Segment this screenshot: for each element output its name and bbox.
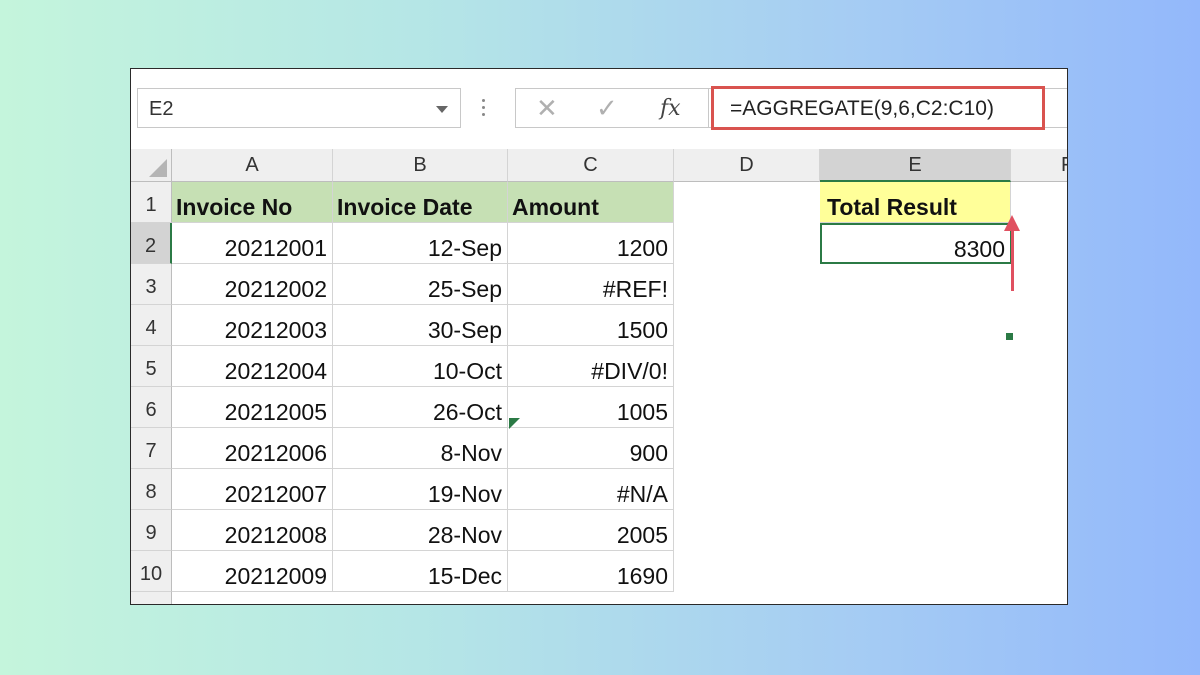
name-box-value: E2 <box>149 98 174 120</box>
cell-b9[interactable]: 28-Nov <box>333 510 508 551</box>
total-result-value-cell[interactable]: 8300 <box>820 223 1012 264</box>
row-header-2[interactable]: 2 <box>131 223 172 264</box>
cell-b5[interactable]: 10-Oct <box>333 346 508 387</box>
chevron-down-icon[interactable] <box>436 106 448 113</box>
select-all-icon <box>149 159 167 177</box>
column-header-f[interactable]: F <box>1011 149 1067 182</box>
column-header-c[interactable]: C <box>508 149 674 182</box>
cell-a6[interactable]: 20212005 <box>172 387 333 428</box>
annotation-arrow-icon <box>1004 215 1020 231</box>
more-options-icon[interactable] <box>482 99 486 120</box>
cell-a5[interactable]: 20212004 <box>172 346 333 387</box>
row-header-6[interactable]: 6 <box>131 387 172 428</box>
insert-function-icon[interactable]: fx <box>660 95 681 123</box>
row-header-10[interactable]: 10 <box>131 551 172 592</box>
formula-buttons: ✕ ✓ fx <box>515 88 709 128</box>
cell-b4[interactable]: 30-Sep <box>333 305 508 346</box>
formula-toolbar: E2 ✕ ✓ fx =AGGREGATE(9,6,C2:C10) <box>131 69 1067 149</box>
name-box[interactable]: E2 <box>137 88 461 128</box>
fill-handle[interactable] <box>1005 332 1014 341</box>
column-header-b[interactable]: B <box>333 149 508 182</box>
header-cell-invoice-date[interactable]: Invoice Date <box>333 182 508 223</box>
cell-a10[interactable]: 20212009 <box>172 551 333 592</box>
row-header-3[interactable]: 3 <box>131 264 172 305</box>
cell-c2[interactable]: 1200 <box>508 223 674 264</box>
column-header-d[interactable]: D <box>674 149 820 182</box>
cell-a4[interactable]: 20212003 <box>172 305 333 346</box>
cell-b6[interactable]: 26-Oct <box>333 387 508 428</box>
cell-b10[interactable]: 15-Dec <box>333 551 508 592</box>
row-header-8[interactable]: 8 <box>131 469 172 510</box>
select-all-button[interactable] <box>131 149 172 182</box>
cell-c4[interactable]: 1500 <box>508 305 674 346</box>
cell-b3[interactable]: 25-Sep <box>333 264 508 305</box>
error-indicator-icon[interactable] <box>509 418 520 429</box>
cell-a2[interactable]: 20212001 <box>172 223 333 264</box>
cell-c10[interactable]: 1690 <box>508 551 674 592</box>
row-header-1[interactable]: 1 <box>131 182 172 223</box>
cell-a7[interactable]: 20212006 <box>172 428 333 469</box>
column-header-e[interactable]: E <box>820 149 1011 182</box>
row-header-5[interactable]: 5 <box>131 346 172 387</box>
header-cell-invoice-no[interactable]: Invoice No <box>172 182 333 223</box>
cell-c8[interactable]: #N/A <box>508 469 674 510</box>
cell-a9[interactable]: 20212008 <box>172 510 333 551</box>
formula-text: =AGGREGATE(9,6,C2:C10) <box>730 97 994 120</box>
cell-c6[interactable]: 1005 <box>508 387 674 428</box>
formula-input-highlight[interactable]: =AGGREGATE(9,6,C2:C10) <box>711 86 1045 130</box>
spreadsheet-grid: A B C D E F 1 2 3 4 5 6 7 8 9 10 Invoice… <box>131 149 1067 604</box>
cell-c3[interactable]: #REF! <box>508 264 674 305</box>
cell-c7[interactable]: 900 <box>508 428 674 469</box>
cell-a3[interactable]: 20212002 <box>172 264 333 305</box>
row-header-tail <box>131 592 172 604</box>
header-cell-amount[interactable]: Amount <box>508 182 674 223</box>
total-result-label-cell[interactable]: Total Result <box>820 182 1011 223</box>
cell-b7[interactable]: 8-Nov <box>333 428 508 469</box>
enter-icon[interactable]: ✓ <box>596 93 618 123</box>
row-header-7[interactable]: 7 <box>131 428 172 469</box>
column-header-a[interactable]: A <box>172 149 333 182</box>
annotation-arrow-line <box>1011 227 1014 291</box>
cell-b2[interactable]: 12-Sep <box>333 223 508 264</box>
cell-a8[interactable]: 20212007 <box>172 469 333 510</box>
cell-b8[interactable]: 19-Nov <box>333 469 508 510</box>
cell-c9[interactable]: 2005 <box>508 510 674 551</box>
row-header-4[interactable]: 4 <box>131 305 172 346</box>
cancel-icon[interactable]: ✕ <box>536 93 558 123</box>
excel-window: E2 ✕ ✓ fx =AGGREGATE(9,6,C2:C10) A B C D… <box>130 68 1068 605</box>
cell-c5[interactable]: #DIV/0! <box>508 346 674 387</box>
row-header-9[interactable]: 9 <box>131 510 172 551</box>
